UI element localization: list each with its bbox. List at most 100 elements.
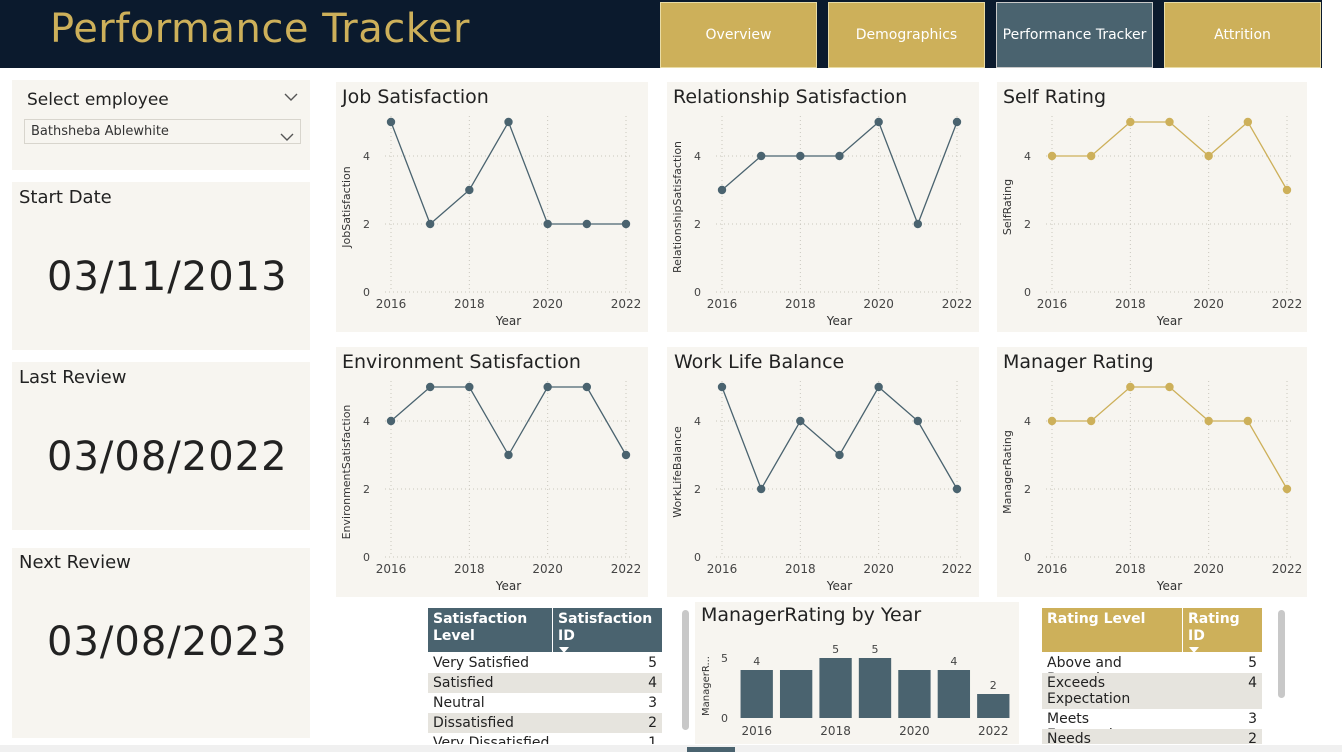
cell-id: 4 [648,675,657,691]
y-axis-label: ManagerR... [701,656,712,716]
series-line [1052,386,1288,490]
column-header-rating-id[interactable]: Rating ID [1188,611,1258,645]
data-point[interactable] [621,219,631,229]
data-point[interactable] [386,416,396,426]
table-row[interactable]: Very Satisfied 5 [428,653,662,673]
y-tick-label: 5 [721,652,728,665]
chart-title-manager-rating-by-year: ManagerRating by Year [701,604,922,626]
tab-performance-tracker[interactable]: Performance Tracker [996,2,1153,68]
table-row[interactable]: Dissatisfied 2 [428,713,662,733]
column-header-rating-level[interactable]: Rating Level [1047,611,1177,628]
bar[interactable] [977,694,1010,718]
data-point[interactable] [582,382,592,392]
data-point[interactable] [913,219,923,229]
x-axis-label: Year [1156,314,1182,328]
data-point[interactable] [543,382,552,392]
cell-id: 5 [1248,655,1257,671]
data-point[interactable] [1282,484,1292,494]
data-point[interactable] [543,219,552,229]
data-point[interactable] [621,450,631,460]
data-point[interactable] [874,382,883,392]
bar[interactable] [740,670,773,718]
table-row[interactable]: Satisfied 4 [428,673,662,693]
data-point[interactable] [1047,416,1057,426]
x-tick-label: 2016 [1037,562,1068,576]
cell-level: Dissatisfied [433,715,514,731]
scrollbar[interactable] [1278,610,1285,698]
data-point[interactable] [1243,117,1253,127]
y-axis-label: SelfRating [1001,179,1014,235]
data-point[interactable] [1282,185,1292,195]
data-point[interactable] [386,117,396,127]
chevron-down-icon[interactable] [284,90,298,106]
data-point[interactable] [717,382,727,392]
bar[interactable] [898,670,931,718]
data-point[interactable] [1086,416,1096,426]
y-tick-label: 4 [1024,150,1031,163]
data-point[interactable] [425,382,435,392]
data-point[interactable] [952,484,962,494]
data-point[interactable] [835,450,844,460]
data-point[interactable] [582,219,592,229]
column-header-satisfaction-level[interactable]: Satisfaction Level [433,611,553,645]
table-row[interactable]: Exceeds Expectation 4 [1042,673,1262,709]
x-tick-label: 2020 [863,297,894,311]
data-point[interactable] [504,117,513,127]
data-point[interactable] [1126,117,1135,127]
data-point[interactable] [796,416,805,426]
data-point[interactable] [1086,151,1096,161]
data-point[interactable] [1165,117,1174,127]
table-row[interactable]: Needs 2 [1042,729,1262,744]
data-point[interactable] [1126,382,1135,392]
data-point[interactable] [465,382,474,392]
data-point[interactable] [1204,416,1213,426]
employee-dropdown[interactable]: Bathsheba Ablewhite [24,119,301,144]
y-axis-label: ManagerRating [1001,430,1014,514]
cell-level: Exceeds Expectation [1047,675,1131,707]
y-axis-label: JobSatisfaction [340,166,353,249]
data-point[interactable] [1243,416,1253,426]
data-point[interactable] [1204,151,1213,161]
data-point[interactable] [1047,151,1057,161]
data-point[interactable] [796,151,805,161]
bar[interactable] [819,658,852,718]
x-tick-label: 2018 [785,562,816,576]
series-line [390,120,626,226]
data-point[interactable] [504,450,513,460]
data-point[interactable] [717,185,727,195]
column-header-satisfaction-id[interactable]: Satisfaction ID [558,611,662,645]
series-line [390,386,627,457]
table-row[interactable]: Meets Expectation3 [1042,709,1262,743]
data-point[interactable] [425,219,435,229]
table-row[interactable]: Very Dissatisfied 1 [428,733,662,744]
tab-demographics[interactable]: Demographics [828,2,985,68]
y-tick-label: 2 [694,218,701,231]
y-tick-label: 0 [694,286,701,299]
scrollbar[interactable] [682,610,689,730]
data-point[interactable] [952,117,962,127]
last-review-value: 03/08/2022 [47,434,288,480]
data-point[interactable] [874,117,883,127]
y-tick-label: 0 [1024,551,1031,564]
tab-attrition[interactable]: Attrition [1164,2,1321,68]
bar[interactable] [779,670,813,718]
data-point[interactable] [1165,382,1174,392]
manager-rating-chart: 0 2 4 2016 2018 2020 2022 Year ManagerRating [1001,381,1302,593]
data-point[interactable] [913,416,923,426]
bar[interactable] [937,670,971,718]
tab-overview[interactable]: Overview [660,2,817,68]
x-tick-label: 2016 [707,562,738,576]
data-point[interactable] [835,151,844,161]
table-row[interactable]: Neutral 3 [428,693,662,713]
cell-id: 3 [1248,711,1257,727]
rating-table: Rating Level Rating ID Above and Beyond5… [1042,608,1262,744]
bar[interactable] [858,658,892,718]
environment-satisfaction-chart: 0 2 4 2016 2018 2020 2022 Year EnvironmentSatisf… [340,381,641,593]
data-point[interactable] [756,484,766,494]
x-axis-label: Year [1156,579,1182,593]
data-point[interactable] [465,185,474,195]
active-page-indicator[interactable] [687,747,735,752]
job-satisfaction-chart: 0 2 4 2016 2018 2020 2022 Year JobSatisfaction [340,116,641,328]
data-point[interactable] [756,151,766,161]
table-row[interactable]: Above and Beyond5 [1042,653,1262,687]
